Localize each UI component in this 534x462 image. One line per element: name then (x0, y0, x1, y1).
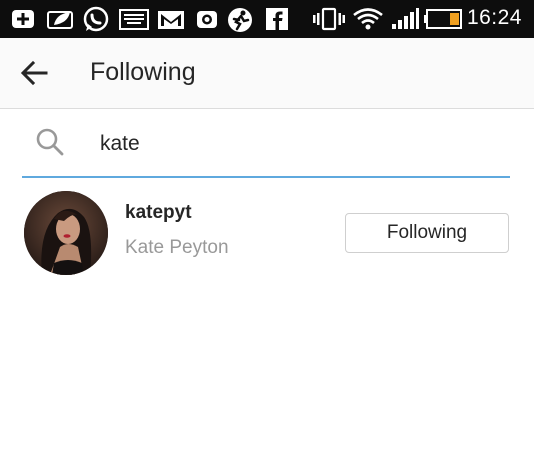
search-input[interactable] (100, 128, 500, 160)
gmail-icon (158, 11, 184, 29)
keyboard-icon (119, 9, 149, 30)
app-header: Following (0, 38, 534, 109)
wifi-icon (353, 8, 383, 30)
following-button[interactable]: Following (345, 213, 509, 253)
full-name: Kate Peyton (125, 237, 229, 258)
page-title: Following (90, 58, 196, 86)
signal-icon (392, 8, 419, 29)
back-button[interactable] (16, 54, 56, 92)
arrow-back-icon (20, 60, 48, 86)
facebook-icon (266, 8, 288, 30)
search-icon (36, 128, 64, 156)
status-clock: 16:24 (466, 6, 522, 29)
avatar-photo (24, 191, 108, 275)
username[interactable]: katepyt (125, 202, 192, 224)
camera-icon (197, 11, 217, 28)
status-bar: 16:24 (0, 0, 534, 38)
search-underline (22, 176, 510, 178)
add-icon (12, 10, 34, 28)
vibrate-icon (313, 7, 345, 31)
whatsapp-icon (83, 6, 109, 32)
search-bar (22, 110, 510, 178)
user-list-item[interactable]: katepyt Kate Peyton Following (0, 186, 534, 282)
avatar[interactable] (24, 191, 108, 275)
image-icon (47, 11, 73, 29)
sport-app-icon (228, 8, 252, 32)
battery-icon (424, 9, 462, 29)
